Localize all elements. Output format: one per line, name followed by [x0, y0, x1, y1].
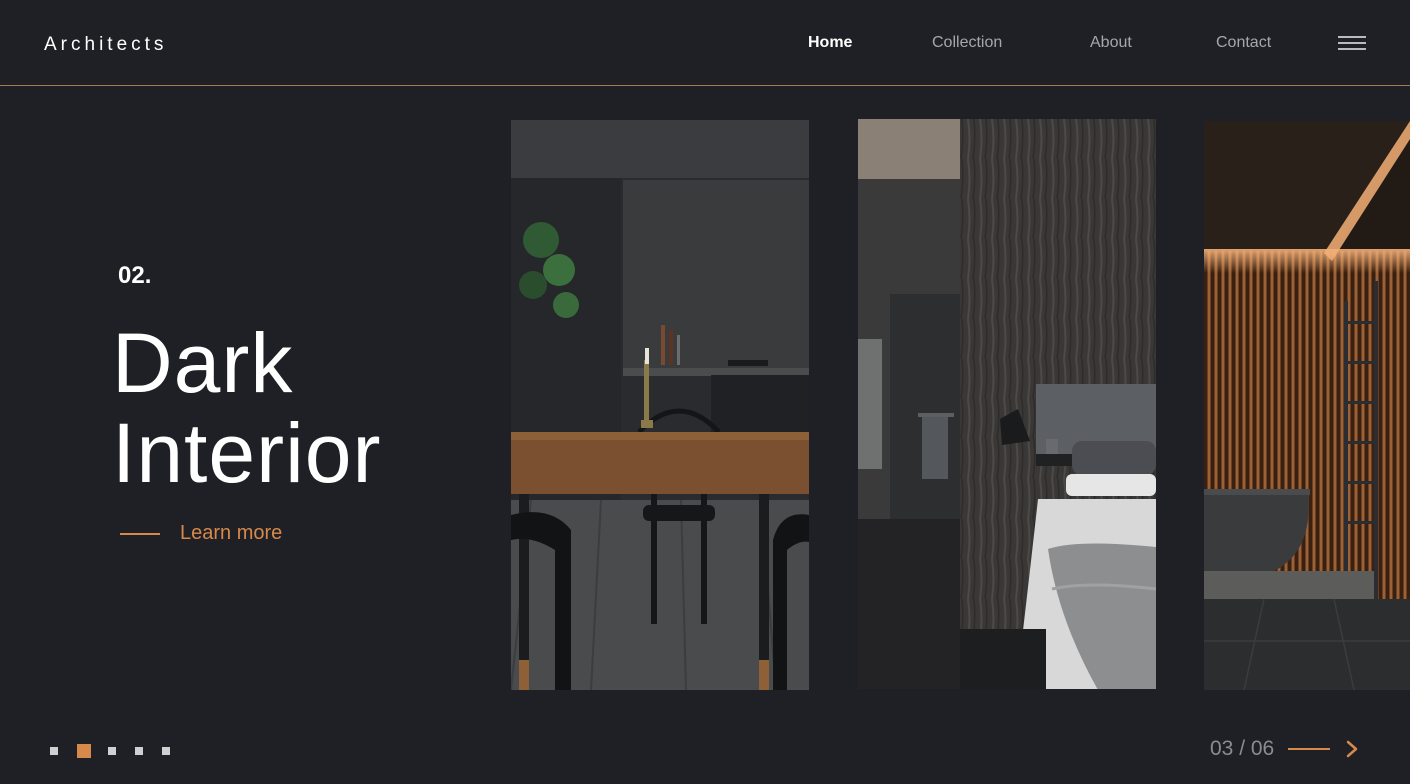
site-header: Architects Home Collection About Contact [0, 0, 1410, 86]
nav-home[interactable]: Home [808, 34, 932, 52]
slide-dot-1[interactable] [50, 747, 58, 755]
slide-number: 02. [118, 262, 152, 289]
brand-logo[interactable]: Architects [44, 34, 167, 56]
gallery-card-bedroom[interactable] [858, 119, 1156, 689]
dark-dining-room-photo [511, 120, 809, 690]
nav-collection[interactable]: Collection [932, 34, 1090, 52]
gallery-card-dining[interactable] [511, 120, 809, 690]
menu-line [1338, 36, 1366, 38]
hero-title-line-2: Interior [112, 406, 382, 500]
gallery-card-bathroom[interactable] [1204, 121, 1410, 690]
chevron-right-icon[interactable] [1344, 736, 1362, 762]
dark-bedroom-photo [858, 119, 1156, 689]
main-nav: Home Collection About Contact [808, 34, 1326, 52]
slide-dot-5[interactable] [162, 747, 170, 755]
wood-bathroom-photo [1204, 121, 1410, 690]
accent-line [120, 532, 160, 535]
slide-pager: 03 / 06 [1210, 736, 1362, 762]
menu-line [1338, 42, 1366, 44]
pager-line [1288, 748, 1331, 750]
slide-counter: 03 / 06 [1210, 737, 1275, 760]
slide-dot-2[interactable] [77, 744, 91, 758]
slide-dots [50, 744, 189, 758]
learn-more-label: Learn more [180, 522, 283, 544]
hero-title: Dark Interior [112, 318, 381, 498]
nav-about[interactable]: About [1090, 34, 1216, 52]
hero-title-line-1: Dark [112, 316, 294, 410]
learn-more-link[interactable]: Learn more [120, 522, 282, 545]
slide-dot-4[interactable] [135, 747, 143, 755]
slide-dot-3[interactable] [108, 747, 116, 755]
menu-line [1338, 48, 1366, 50]
hamburger-menu-icon[interactable] [1338, 36, 1366, 52]
nav-contact[interactable]: Contact [1216, 34, 1326, 52]
